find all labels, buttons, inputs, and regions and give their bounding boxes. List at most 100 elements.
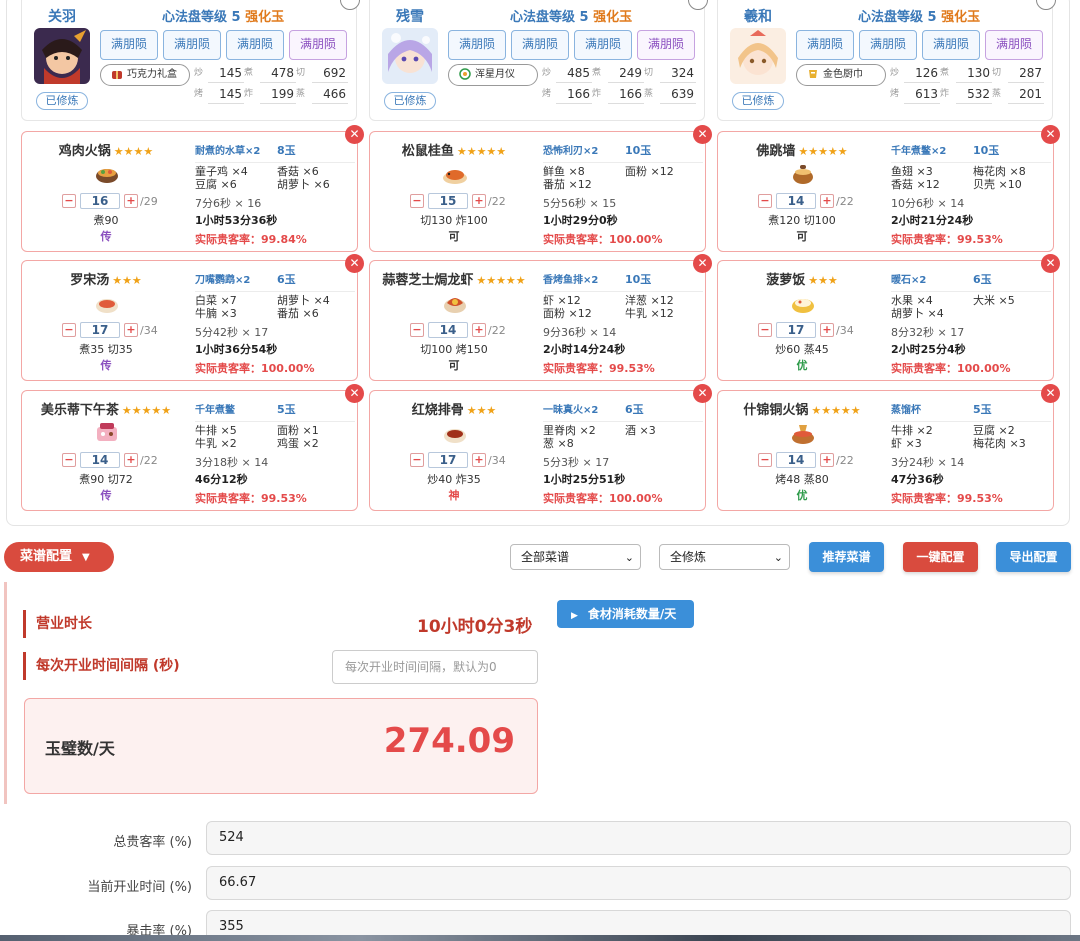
chef-tool[interactable]: 金色厨巾	[796, 64, 886, 86]
equipment-link[interactable]: 香烤鱼排×2	[543, 271, 598, 286]
plus-button[interactable]: +	[124, 323, 138, 337]
full-button[interactable]: 满朋陨	[796, 30, 854, 60]
stat-label: 炒	[194, 68, 204, 78]
full-button[interactable]: 满朋陨	[226, 30, 284, 60]
current-open-time-input[interactable]: 66.67	[206, 866, 1071, 900]
ingredient-item: 鲜鱼 ×8	[543, 165, 585, 178]
plus-button[interactable]: +	[472, 323, 486, 337]
chef-remove-icon[interactable]	[340, 0, 360, 10]
full-button[interactable]: 满朋陨	[574, 30, 632, 60]
equipment-link[interactable]: 蒸馏杯	[891, 401, 921, 416]
full-button[interactable]: 满朋陨	[448, 30, 506, 60]
minus-button[interactable]: −	[62, 194, 76, 208]
minus-button[interactable]: −	[410, 453, 424, 467]
equipment-link[interactable]: 刀嘴鹦鹉×2	[195, 271, 250, 286]
full-button[interactable]: 满朋陨	[922, 30, 980, 60]
rarity-stars: ★★★★★	[798, 145, 848, 158]
recipe-filter-select[interactable]: 全部菜谱 ⌄	[510, 544, 641, 570]
remove-recipe-icon[interactable]: ✕	[693, 384, 712, 403]
remove-recipe-icon[interactable]: ✕	[345, 384, 364, 403]
recipe-card: ✕ 松鼠桂鱼 ★★★★★ −15 +/22 切130 炸100 可 恐怖利刃×2 10玉 鲜鱼 ×…	[369, 125, 712, 252]
ingredient-item: 里脊肉 ×2	[543, 424, 596, 437]
jade-reward: 5玉	[973, 403, 992, 416]
strong-jade-link[interactable]: 强化玉	[593, 10, 632, 25]
plus-button[interactable]: +	[820, 323, 834, 337]
equipment-link[interactable]: 耐煮的水草×2	[195, 142, 260, 157]
total-time: 1小时53分36秒	[195, 214, 278, 227]
stat-value: 199	[260, 85, 296, 104]
full-button[interactable]: 满朋陨	[100, 30, 158, 60]
equipment-link[interactable]: 千年煮鳖	[195, 401, 235, 416]
quantity-stepper: −14 +/22	[410, 322, 506, 338]
recipe-config-dropdown[interactable]: 菜谱配置 ▼	[4, 542, 114, 572]
recipe-card: ✕ 红烧排骨 ★★★ −17 +/34 炒40 炸35 神 一昧真火×2 6玉 里脊肉 ×2 酒 ×…	[369, 384, 712, 511]
full-button[interactable]: 满朋陨	[985, 30, 1043, 60]
minus-button[interactable]: −	[62, 323, 76, 337]
quantity-input[interactable]: 14	[776, 193, 816, 209]
minus-button[interactable]: −	[410, 194, 424, 208]
plus-button[interactable]: +	[472, 453, 486, 467]
interval-input[interactable]: 每次开业时间间隔，默认为0	[332, 650, 538, 684]
equipment-link[interactable]: 一昧真火×2	[543, 401, 598, 416]
grade-label: 可	[448, 359, 460, 372]
plus-button[interactable]: +	[124, 453, 138, 467]
full-button[interactable]: 满朋陨	[859, 30, 917, 60]
minus-button[interactable]: −	[758, 194, 772, 208]
plus-button[interactable]: +	[124, 194, 138, 208]
export-config-button[interactable]: 导出配置	[996, 542, 1071, 572]
full-button[interactable]: 满朋陨	[289, 30, 347, 60]
quantity-input[interactable]: 17	[80, 322, 120, 338]
stat-label: 切	[992, 68, 1002, 78]
unit-time: 5分56秒 × 15	[543, 197, 617, 210]
chef-remove-icon[interactable]	[1036, 0, 1056, 10]
remove-recipe-icon[interactable]: ✕	[693, 254, 712, 273]
remove-recipe-icon[interactable]: ✕	[1041, 384, 1060, 403]
quantity-input[interactable]: 17	[776, 322, 816, 338]
quantity-input[interactable]: 14	[80, 452, 120, 468]
minus-button[interactable]: −	[758, 453, 772, 467]
recommend-button[interactable]: 推荐菜谱	[809, 542, 884, 572]
remove-recipe-icon[interactable]: ✕	[345, 254, 364, 273]
equipment-link[interactable]: 暖石×2	[891, 271, 926, 286]
quantity-max: /22	[488, 323, 506, 337]
equipment-link[interactable]: 恐怖利刃×2	[543, 142, 598, 157]
equipment-link[interactable]: 千年煮鳖×2	[891, 142, 946, 157]
jade-reward: 6玉	[277, 273, 296, 286]
chef-level: 心法盘等级 5 强化玉	[510, 10, 633, 25]
quantity-input[interactable]: 17	[428, 452, 468, 468]
jade-reward: 8玉	[277, 144, 296, 157]
remove-recipe-icon[interactable]: ✕	[1041, 254, 1060, 273]
strong-jade-link[interactable]: 强化玉	[941, 10, 980, 25]
trained-badge[interactable]: 已修炼	[36, 92, 88, 110]
total-guest-rate-input[interactable]: 524	[206, 821, 1071, 855]
stat-value: 130	[956, 64, 992, 83]
business-hours-value: 10小时0分3秒	[417, 617, 533, 637]
quantity-input[interactable]: 14	[428, 322, 468, 338]
trained-badge[interactable]: 已修炼	[384, 92, 436, 110]
trained-badge[interactable]: 已修炼	[732, 92, 784, 110]
plus-button[interactable]: +	[472, 194, 486, 208]
plus-button[interactable]: +	[820, 194, 834, 208]
minus-button[interactable]: −	[758, 323, 772, 337]
chef-remove-icon[interactable]	[688, 0, 708, 10]
chef-tool[interactable]: 浑星月仪	[448, 64, 538, 86]
quantity-input[interactable]: 16	[80, 193, 120, 209]
ingredient-consumption-button[interactable]: ▶ 食材消耗数量/天	[557, 600, 694, 628]
train-filter-select[interactable]: 全修炼 ⌄	[659, 544, 790, 570]
one-click-config-button[interactable]: 一键配置	[903, 542, 978, 572]
minus-button[interactable]: −	[410, 323, 424, 337]
full-button[interactable]: 满朋陨	[163, 30, 221, 60]
plus-button[interactable]: +	[820, 453, 834, 467]
jade-reward: 5玉	[277, 403, 296, 416]
strong-jade-link[interactable]: 强化玉	[245, 10, 284, 25]
chef-panel: 关羽 心法盘等级 5 强化玉 已修炼 满朋陨 满朋陨 满朋陨 满朋陨 巧克力礼盒…	[6, 0, 1070, 526]
chef-tool[interactable]: 巧克力礼盒	[100, 64, 190, 86]
full-button[interactable]: 满朋陨	[637, 30, 695, 60]
remove-recipe-icon[interactable]: ✕	[693, 125, 712, 144]
remove-recipe-icon[interactable]: ✕	[1041, 125, 1060, 144]
remove-recipe-icon[interactable]: ✕	[345, 125, 364, 144]
quantity-input[interactable]: 14	[776, 452, 816, 468]
quantity-input[interactable]: 15	[428, 193, 468, 209]
full-button[interactable]: 满朋陨	[511, 30, 569, 60]
minus-button[interactable]: −	[62, 453, 76, 467]
